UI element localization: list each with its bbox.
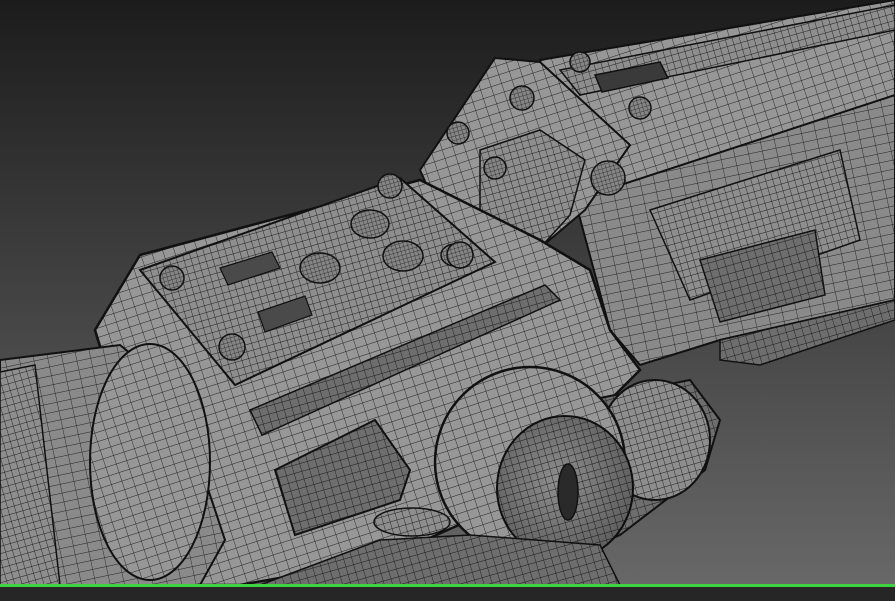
viewport-3d[interactable] [0,0,895,601]
bolt [509,85,535,111]
bolt [590,160,626,196]
bolt [446,121,470,145]
wireframe-model-render [0,0,895,601]
bolt [377,173,403,199]
bolt [483,156,507,180]
lower-gear [373,507,451,537]
bolt [569,51,591,73]
bolt [446,241,474,269]
button [382,240,424,272]
cylinder-collar [89,343,211,581]
bolt [159,265,185,291]
viewport-bottom-bar [0,587,895,601]
bolt [218,333,246,361]
button [350,209,390,239]
bolt [628,96,652,120]
button [299,252,341,284]
knob-center [557,463,579,521]
